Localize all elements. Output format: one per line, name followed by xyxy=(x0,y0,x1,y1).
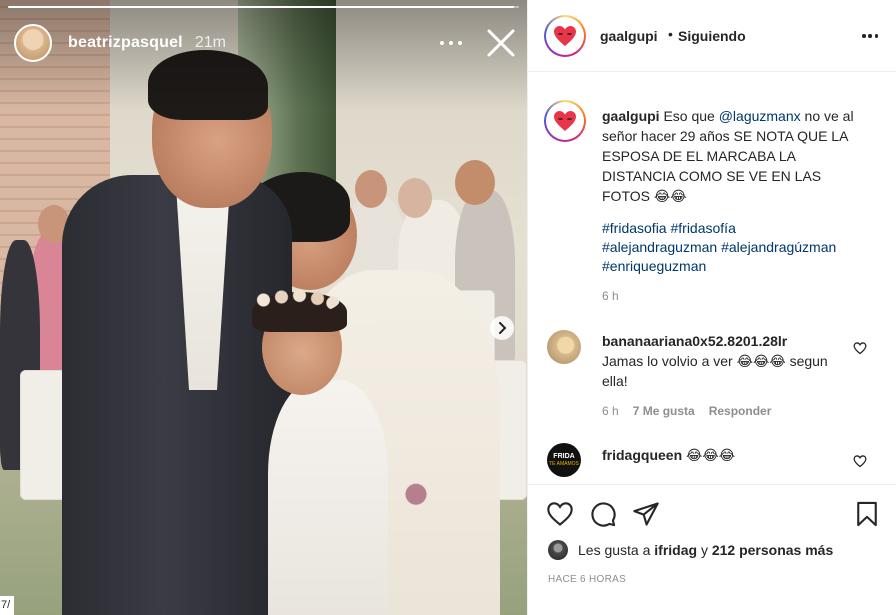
comment-avatar[interactable]: FRIDA TE AMAMOS xyxy=(547,443,581,477)
comment-text: Jamas lo volvio a ver 😂😂😂 segun ella! xyxy=(602,353,828,389)
post-caption: gaalgupi Eso que @laguzmanx no ve al señ… xyxy=(602,106,868,206)
caption-mention[interactable]: @laguzmanx xyxy=(719,108,801,124)
story-time: 21m xyxy=(194,34,226,51)
following-button[interactable]: Siguiendo xyxy=(678,28,746,44)
story-photo xyxy=(0,0,527,615)
story-counter-badge: 7/ xyxy=(0,596,14,615)
comment-text: 😂😂😂 xyxy=(686,447,736,463)
caption-time[interactable]: 6 h xyxy=(602,289,619,303)
comment-meta: 6 h 7 Me gusta Responder xyxy=(602,404,771,418)
like-icon[interactable] xyxy=(546,500,574,528)
likes-avatar[interactable] xyxy=(548,540,568,560)
caption-text: Eso que xyxy=(663,108,719,124)
like-icon[interactable] xyxy=(853,341,867,355)
comment-username[interactable]: bananaariana0x52.8201.28lr xyxy=(602,333,787,349)
hashtag[interactable]: #enriqueguzman xyxy=(602,258,706,274)
avatar-subtext: TE AMAMOS xyxy=(549,461,579,467)
comments-section: gaalgupi Eso que @laguzmanx no ve al señ… xyxy=(528,73,896,483)
more-icon[interactable] xyxy=(862,34,878,38)
comment-likes[interactable]: 7 Me gusta xyxy=(633,404,695,418)
header-separator: • xyxy=(668,26,673,42)
reply-button[interactable]: Responder xyxy=(709,404,772,418)
comment-icon[interactable] xyxy=(589,500,617,528)
comment-text-block: bananaariana0x52.8201.28lr Jamas lo volv… xyxy=(602,331,852,391)
story-avatar[interactable] xyxy=(14,24,52,62)
more-icon[interactable] xyxy=(440,36,462,50)
hashtag[interactable]: #fridasofía xyxy=(670,220,735,236)
likes-prefix: Les gusta a xyxy=(578,542,651,558)
caption-username[interactable]: gaalgupi xyxy=(602,108,660,124)
save-icon[interactable] xyxy=(853,500,881,528)
close-icon[interactable] xyxy=(486,28,516,58)
likes-middle: y xyxy=(700,542,708,558)
heart-logo-icon xyxy=(554,26,576,46)
hashtag[interactable]: #alejandraguzman xyxy=(602,239,717,255)
story-username[interactable]: beatrizpasquel xyxy=(68,34,183,52)
comment-username[interactable]: fridagqueen xyxy=(602,447,682,463)
hashtag[interactable]: #fridasofia xyxy=(602,220,667,236)
avatar-text: FRIDA xyxy=(553,453,575,460)
header-avatar[interactable] xyxy=(544,15,586,57)
like-icon[interactable] xyxy=(853,454,867,468)
heart-logo-icon xyxy=(554,111,576,131)
post-date[interactable]: HACE 6 HORAS xyxy=(548,574,626,585)
post-header: gaalgupi • Siguiendo xyxy=(528,0,896,72)
story-header: beatrizpasquel 21m xyxy=(14,24,226,62)
likes-count[interactable]: 212 personas más xyxy=(712,542,833,558)
comment-text-block: fridagqueen 😂😂😂 xyxy=(602,445,735,465)
caption-hashtags: #fridasofia #fridasofía #alejandraguzman… xyxy=(602,219,872,276)
comment-avatar[interactable] xyxy=(547,330,581,364)
story-progress-bar xyxy=(8,6,519,8)
story-progress-fill xyxy=(8,6,514,8)
likes-summary: Les gusta a ifridag y 212 personas más xyxy=(548,540,833,560)
post-panel: gaalgupi • Siguiendo gaalgupi Eso que @l… xyxy=(527,0,896,615)
chevron-right-icon[interactable] xyxy=(490,316,514,340)
caption-avatar[interactable] xyxy=(544,100,586,142)
share-icon[interactable] xyxy=(632,500,660,528)
header-username[interactable]: gaalgupi xyxy=(600,28,658,44)
post-actions: Les gusta a ifridag y 212 personas más H… xyxy=(528,484,896,615)
comment-time[interactable]: 6 h xyxy=(602,404,619,418)
hashtag[interactable]: #alejandragúzman xyxy=(721,239,836,255)
likes-user[interactable]: ifridag xyxy=(654,542,697,558)
